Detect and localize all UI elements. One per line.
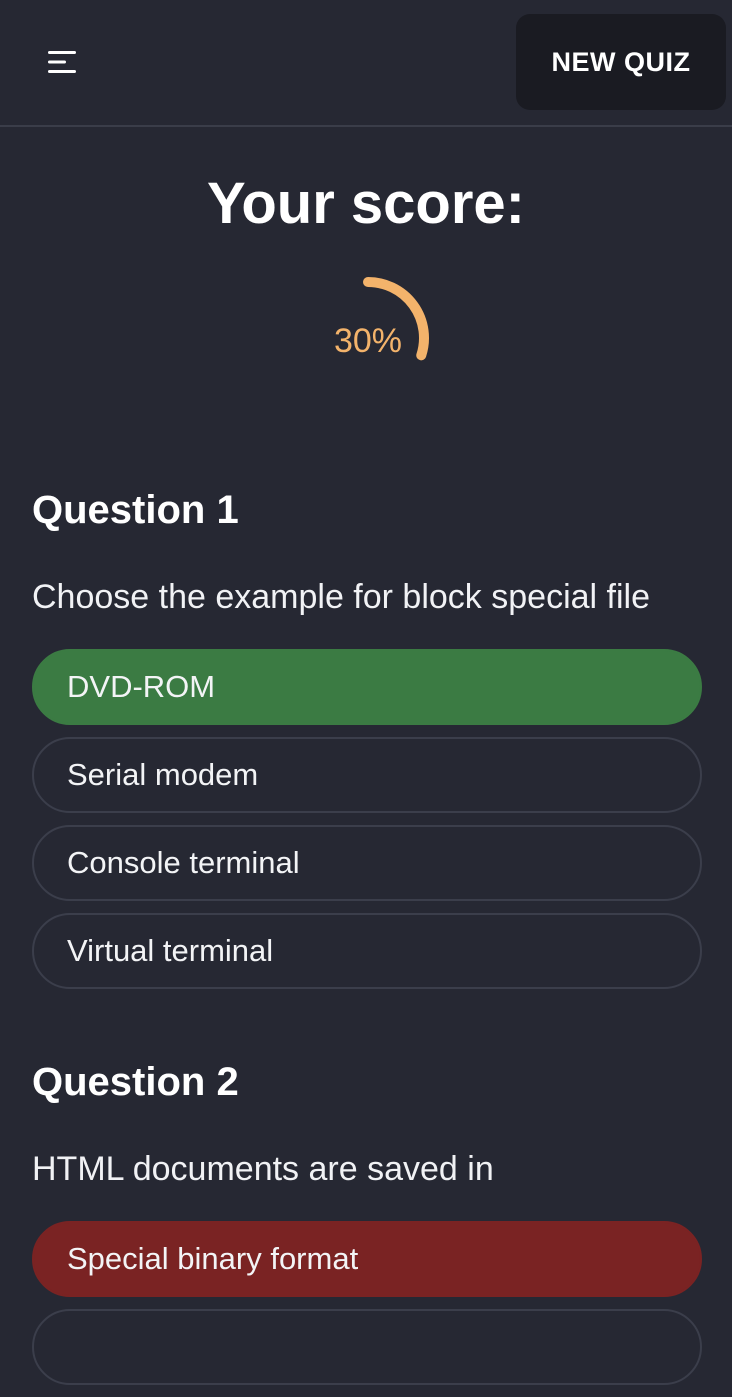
answer-option[interactable] xyxy=(32,1309,702,1385)
answer-options: DVD-ROM Serial modem Console terminal Vi… xyxy=(32,649,702,1001)
question-text: Choose the example for block special fil… xyxy=(32,578,650,616)
question-2: Question 2 HTML documents are saved in S… xyxy=(32,1060,702,1385)
menu-button[interactable] xyxy=(36,36,88,88)
answer-options: Special binary format xyxy=(32,1221,702,1397)
answer-option[interactable]: Special binary format xyxy=(32,1221,702,1297)
answer-option[interactable]: Virtual terminal xyxy=(32,913,702,989)
question-1: Question 1 Choose the example for block … xyxy=(32,488,702,989)
score-value: 30% xyxy=(333,322,403,360)
score-title: Your score: xyxy=(206,171,525,236)
answer-option[interactable]: Serial modem xyxy=(32,737,702,813)
answer-option[interactable]: Console terminal xyxy=(32,825,702,901)
top-bar: NEW QUIZ xyxy=(0,0,732,127)
new-quiz-button[interactable]: NEW QUIZ xyxy=(516,14,726,110)
question-heading: Question 2 xyxy=(32,1060,239,1104)
score-ring: 30% xyxy=(306,276,430,400)
answer-option[interactable]: DVD-ROM xyxy=(32,649,702,725)
question-text: HTML documents are saved in xyxy=(32,1150,494,1188)
question-heading: Question 1 xyxy=(32,488,239,532)
menu-icon xyxy=(48,51,76,73)
